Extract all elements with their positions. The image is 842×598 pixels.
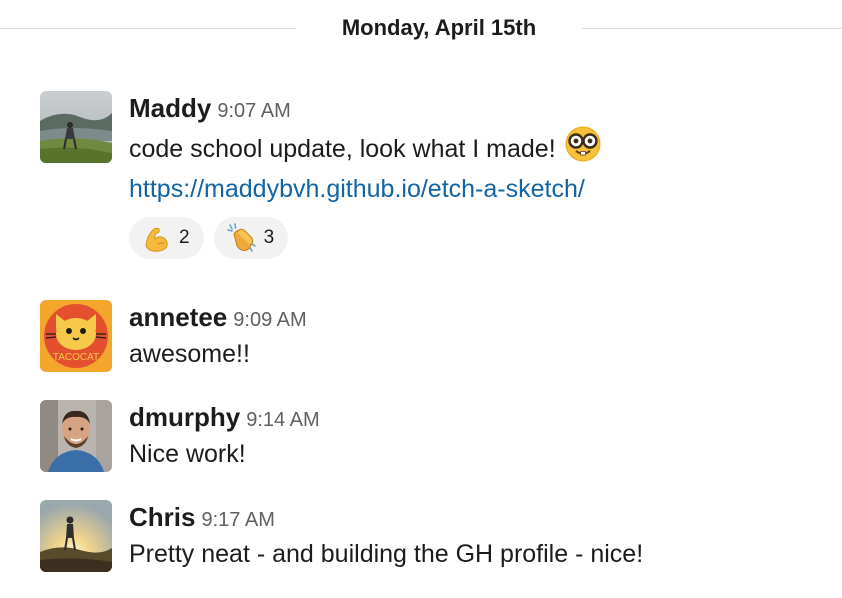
timestamp[interactable]: 9:07 AM <box>217 100 290 122</box>
message-text: code school update, look what I made! <box>129 125 832 169</box>
reactions: 2 3 <box>129 217 832 259</box>
avatar-annetee[interactable]: TACOCAT <box>40 300 112 372</box>
avatar-maddy[interactable] <box>40 91 112 163</box>
avatar-annetee-image: TACOCAT <box>40 300 112 372</box>
divider-line-right <box>582 28 842 29</box>
message-text: awesome!! <box>129 340 250 368</box>
avatar-chris[interactable] <box>40 500 112 572</box>
timestamp[interactable]: 9:17 AM <box>201 509 274 531</box>
message-header: Maddy 9:07 AM <box>129 91 832 125</box>
message-link[interactable]: https://maddybvh.github.io/etch-a-sketch… <box>129 169 832 209</box>
message-content: annetee 9:09 AM awesome!! <box>129 300 832 374</box>
author-name[interactable]: Chris <box>129 502 195 532</box>
message-header: Chris 9:17 AM <box>129 500 832 534</box>
nerd-face-emoji <box>564 125 602 163</box>
avatar-dmurphy-image <box>40 400 112 472</box>
message-text: Pretty neat - and building the GH profil… <box>129 540 644 568</box>
message-body: code school update, look what I made! <box>129 135 556 163</box>
reaction-count: 3 <box>263 227 275 248</box>
message-text: Nice work! <box>129 440 246 468</box>
reaction-count: 2 <box>179 227 190 248</box>
message-chris: Chris 9:17 AM Pretty neat - and building … <box>40 500 842 580</box>
avatar-dmurphy[interactable] <box>40 400 112 472</box>
message-content: Maddy 9:07 AM code school update, look wh… <box>129 91 832 259</box>
clapping-hands-icon <box>226 222 258 254</box>
message-dmurphy: dmurphy 9:14 AM Nice work! <box>40 400 842 480</box>
message-header: annetee 9:09 AM <box>129 300 832 334</box>
flexed-biceps-icon <box>141 222 173 254</box>
message-content: Chris 9:17 AM Pretty neat - and building … <box>129 500 832 574</box>
author-name[interactable]: Maddy <box>129 93 211 123</box>
avatar-annetee-caption: TACOCAT <box>53 352 99 363</box>
timestamp[interactable]: 9:09 AM <box>233 309 306 331</box>
reaction-flexed-biceps[interactable]: 2 <box>129 217 204 259</box>
avatar-chris-image <box>40 500 112 572</box>
day-divider-label[interactable]: Monday, April 15th <box>296 12 582 44</box>
message-content: dmurphy 9:14 AM Nice work! <box>129 400 832 474</box>
author-name[interactable]: annetee <box>129 302 227 332</box>
timestamp[interactable]: 9:14 AM <box>246 409 319 431</box>
message-maddy: Maddy 9:07 AM code school update, look wh… <box>40 91 842 281</box>
message-header: dmurphy 9:14 AM <box>129 400 832 434</box>
message-annetee: TACOCAT annetee 9:09 AM awesome!! <box>40 300 842 380</box>
avatar-maddy-image <box>40 91 112 163</box>
reaction-clapping-hands[interactable]: 3 <box>213 217 289 259</box>
author-name[interactable]: dmurphy <box>129 402 240 432</box>
divider-line-left <box>0 28 296 29</box>
